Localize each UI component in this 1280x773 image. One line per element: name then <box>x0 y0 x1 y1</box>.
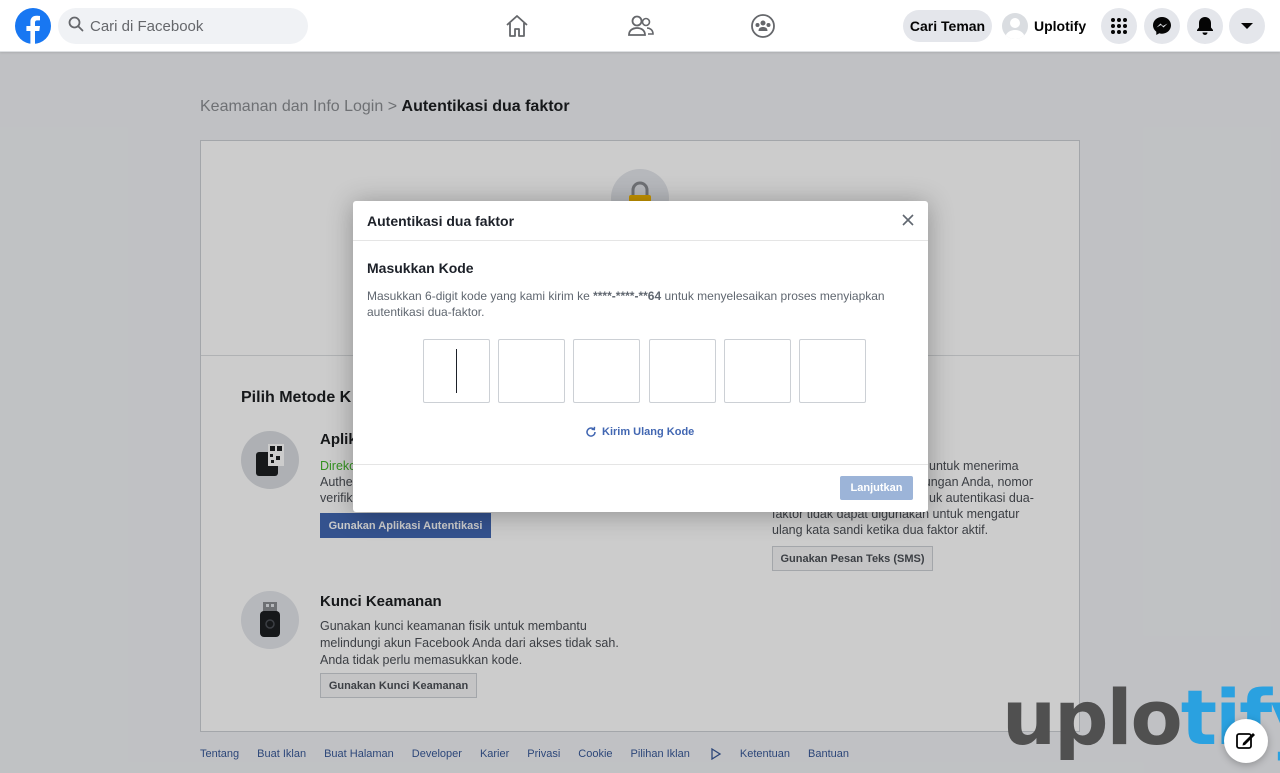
search-icon <box>68 16 84 37</box>
dialog-title: Autentikasi dua faktor <box>353 201 928 241</box>
instructions-text-start: Masukkan 6-digit kode yang kami kirim ke <box>367 289 594 303</box>
dialog-footer-divider <box>353 464 928 465</box>
refresh-icon <box>586 426 596 437</box>
watermark-part-1: uplo <box>1002 673 1183 762</box>
groups-icon[interactable] <box>747 10 779 42</box>
continue-button[interactable]: Lanjutkan <box>840 476 913 500</box>
search-input[interactable]: Cari di Facebook <box>90 18 203 35</box>
find-friends-button[interactable]: Cari Teman <box>903 10 992 42</box>
profile-name: Uplotify <box>1034 18 1087 34</box>
code-digit-input-4[interactable] <box>649 339 716 403</box>
close-icon[interactable] <box>900 212 916 228</box>
search-bar[interactable]: Cari di Facebook <box>58 8 308 44</box>
facebook-logo-icon[interactable] <box>15 8 51 45</box>
resend-code-label: Kirim Ulang Kode <box>602 426 695 438</box>
friends-icon[interactable] <box>625 10 657 42</box>
avatar <box>1002 13 1028 39</box>
resend-code-link[interactable]: Kirim Ulang Kode <box>585 426 694 438</box>
enter-code-heading: Masukkan Kode <box>367 260 474 276</box>
two-factor-dialog: Autentikasi dua faktor Masukkan Kode Mas… <box>353 201 928 512</box>
profile-link[interactable]: Uplotify <box>1002 10 1086 42</box>
account-dropdown-icon[interactable] <box>1229 8 1265 44</box>
home-icon[interactable] <box>501 10 533 42</box>
menu-grid-icon[interactable] <box>1101 8 1137 44</box>
notifications-bell-icon[interactable] <box>1187 8 1223 44</box>
text-cursor <box>456 349 457 393</box>
top-navigation-bar: Cari di Facebook Cari Teman Uplotify <box>0 0 1280 52</box>
code-digit-input-5[interactable] <box>724 339 791 403</box>
new-message-compose-icon[interactable] <box>1224 719 1268 763</box>
messenger-icon[interactable] <box>1144 8 1180 44</box>
code-digit-input-3[interactable] <box>573 339 640 403</box>
code-digit-input-6[interactable] <box>799 339 866 403</box>
code-instructions: Masukkan 6-digit kode yang kami kirim ke… <box>367 288 917 320</box>
masked-phone-number: ****-****-**64 <box>593 289 662 303</box>
code-digit-input-2[interactable] <box>498 339 565 403</box>
